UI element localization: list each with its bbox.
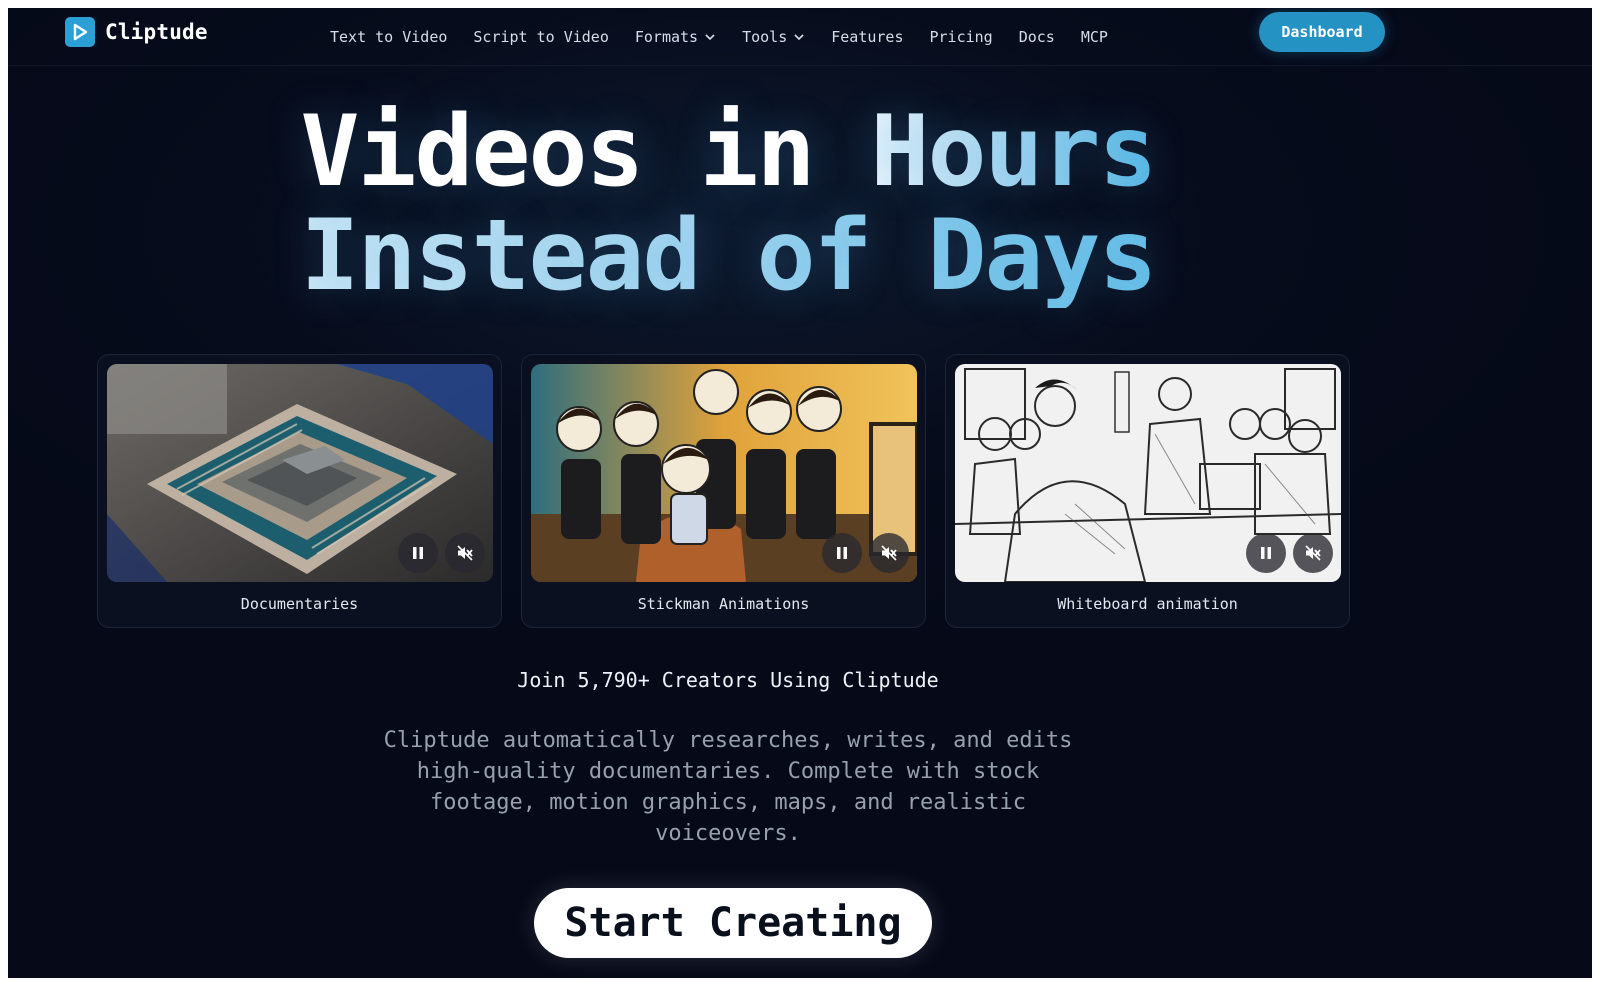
- format-card-whiteboard[interactable]: Whiteboard animation: [945, 354, 1350, 628]
- nav-link-label: Features: [831, 28, 904, 46]
- nav-link-script-to-video[interactable]: Script to Video: [473, 28, 608, 46]
- hero-line-2: Instead of Days: [8, 204, 1448, 308]
- video-preview[interactable]: [107, 364, 493, 582]
- social-proof-text: Join 5,790+ Creators Using Cliptude: [517, 668, 939, 692]
- hero-text: Videos in: [300, 95, 871, 209]
- volume-muted-icon: [881, 545, 897, 561]
- pause-icon: [1261, 547, 1271, 559]
- format-cards: Documentaries Stickman Animations Whiteb…: [97, 354, 1350, 628]
- page: Cliptude Text to Video Script to Video F…: [8, 8, 1592, 978]
- nav-link-label: Text to Video: [330, 28, 448, 46]
- hero-heading: Videos in Hours Instead of Days: [8, 100, 1448, 308]
- nav-link-text-to-video[interactable]: Text to Video: [330, 28, 447, 46]
- nav-links: Text to Video Script to Video Formats To…: [330, 8, 1134, 66]
- nav-link-label: Tools: [742, 28, 788, 46]
- logo[interactable]: Cliptude: [65, 17, 208, 47]
- hero-description: Cliptude automatically researches, write…: [383, 728, 1073, 846]
- start-creating-button[interactable]: Start Creating: [534, 888, 932, 958]
- top-nav: Cliptude Text to Video Script to Video F…: [8, 8, 1592, 66]
- video-preview[interactable]: [955, 364, 1341, 582]
- format-card-documentaries[interactable]: Documentaries: [97, 354, 502, 628]
- pause-button[interactable]: [1246, 533, 1286, 573]
- nav-link-features[interactable]: Features: [831, 28, 903, 46]
- play-logo-icon: [65, 17, 95, 47]
- pause-icon: [413, 547, 423, 559]
- chevron-down-icon: [705, 34, 715, 41]
- card-label: Stickman Animations: [637, 595, 810, 613]
- pause-button[interactable]: [398, 533, 438, 573]
- nav-link-label: Docs: [1018, 28, 1055, 46]
- hero-highlight: Days: [927, 199, 1158, 313]
- video-preview[interactable]: [531, 364, 917, 582]
- nav-link-pricing[interactable]: Pricing: [930, 28, 993, 46]
- format-card-stickman[interactable]: Stickman Animations: [521, 354, 926, 628]
- card-label: Documentaries: [240, 595, 359, 613]
- mute-button[interactable]: [869, 533, 909, 573]
- hero-text: Instead of: [300, 199, 928, 313]
- nav-link-label: Pricing: [929, 28, 993, 46]
- hero-line-1: Videos in Hours: [8, 100, 1448, 204]
- mute-button[interactable]: [445, 533, 485, 573]
- pause-icon: [837, 547, 847, 559]
- brand-name: Cliptude: [105, 20, 208, 44]
- nav-link-label: Script to Video: [473, 28, 609, 46]
- mute-button[interactable]: [1293, 533, 1333, 573]
- chevron-down-icon: [794, 34, 804, 41]
- pause-button[interactable]: [822, 533, 862, 573]
- nav-link-docs[interactable]: Docs: [1019, 28, 1055, 46]
- volume-muted-icon: [1305, 545, 1321, 561]
- card-label: Whiteboard animation: [1057, 595, 1238, 613]
- nav-link-mcp[interactable]: MCP: [1081, 28, 1108, 46]
- volume-muted-icon: [457, 545, 473, 561]
- nav-link-tools[interactable]: Tools: [742, 28, 805, 46]
- dashboard-button[interactable]: Dashboard: [1259, 12, 1385, 52]
- nav-link-label: Formats: [634, 28, 699, 46]
- hero-highlight: Hours: [870, 95, 1158, 209]
- nav-link-label: MCP: [1080, 28, 1108, 46]
- nav-link-formats[interactable]: Formats: [635, 28, 716, 46]
